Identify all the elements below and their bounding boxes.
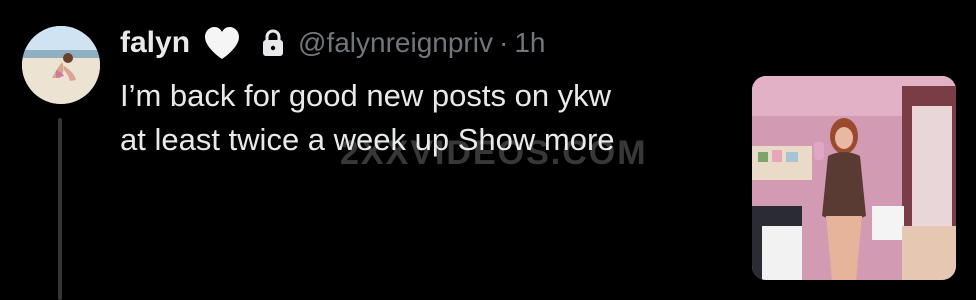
tweet-text: I’m back for good new posts on ykw at le… <box>120 74 720 162</box>
tweet-text-line-1: I’m back for good new posts on ykw <box>120 78 612 113</box>
thread-line <box>58 118 62 300</box>
tweet[interactable]: falyn @falynreignpriv · 1h I’m back for … <box>0 0 976 300</box>
media-image <box>752 76 956 280</box>
avatar-image <box>22 26 100 104</box>
timestamp[interactable]: 1h <box>514 27 545 59</box>
separator-dot: · <box>498 27 509 58</box>
author-handle[interactable]: @falynreignpriv <box>298 27 493 59</box>
author-name[interactable]: falyn <box>120 26 190 60</box>
tweet-header: falyn @falynreignpriv · 1h <box>120 20 545 66</box>
show-more-link[interactable]: Show more <box>458 122 615 157</box>
tweet-text-line-2-content: at least twice a week up <box>120 122 458 157</box>
lock-icon <box>260 28 286 58</box>
tweet-text-line-2: at least twice a week up Show more <box>120 118 720 162</box>
white-heart-icon <box>202 25 242 61</box>
avatar[interactable] <box>22 26 100 104</box>
media-thumbnail[interactable] <box>752 76 956 280</box>
